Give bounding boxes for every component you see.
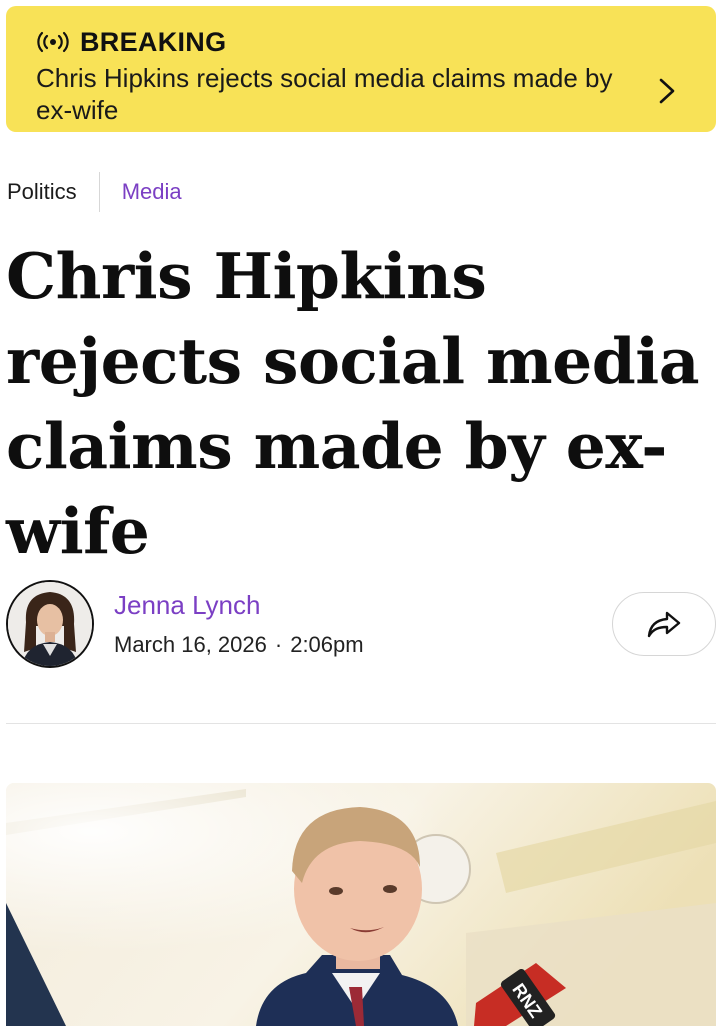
author-name[interactable]: Jenna Lynch (114, 590, 260, 621)
share-button[interactable] (612, 592, 716, 656)
share-icon (647, 611, 681, 638)
breaking-headline-link[interactable]: Chris Hipkins rejects social media claim… (36, 62, 636, 126)
publish-time: 2:06pm (290, 632, 364, 657)
author-avatar[interactable] (6, 580, 94, 668)
breaking-label: BREAKING (36, 26, 688, 58)
publish-dateline: March 16, 2026 · 2:06pm (114, 632, 364, 658)
byline: Jenna Lynch March 16, 2026 · 2:06pm (6, 580, 716, 672)
tag-media[interactable]: Media (100, 172, 182, 212)
broadcast-icon (37, 31, 69, 53)
article-tags: Politics Media (7, 172, 182, 212)
dateline-separator: · (274, 632, 283, 657)
section-divider (6, 723, 716, 724)
chevron-right-icon[interactable] (656, 76, 678, 106)
breaking-news-banner[interactable]: BREAKING Chris Hipkins rejects social me… (6, 6, 716, 132)
publish-date: March 16, 2026 (114, 632, 267, 657)
breaking-tag: BREAKING (80, 26, 227, 57)
tag-politics[interactable]: Politics (7, 172, 100, 212)
article-headline: Chris Hipkins rejects social media claim… (6, 239, 700, 568)
hero-photo[interactable]: RNZ (6, 783, 716, 1026)
